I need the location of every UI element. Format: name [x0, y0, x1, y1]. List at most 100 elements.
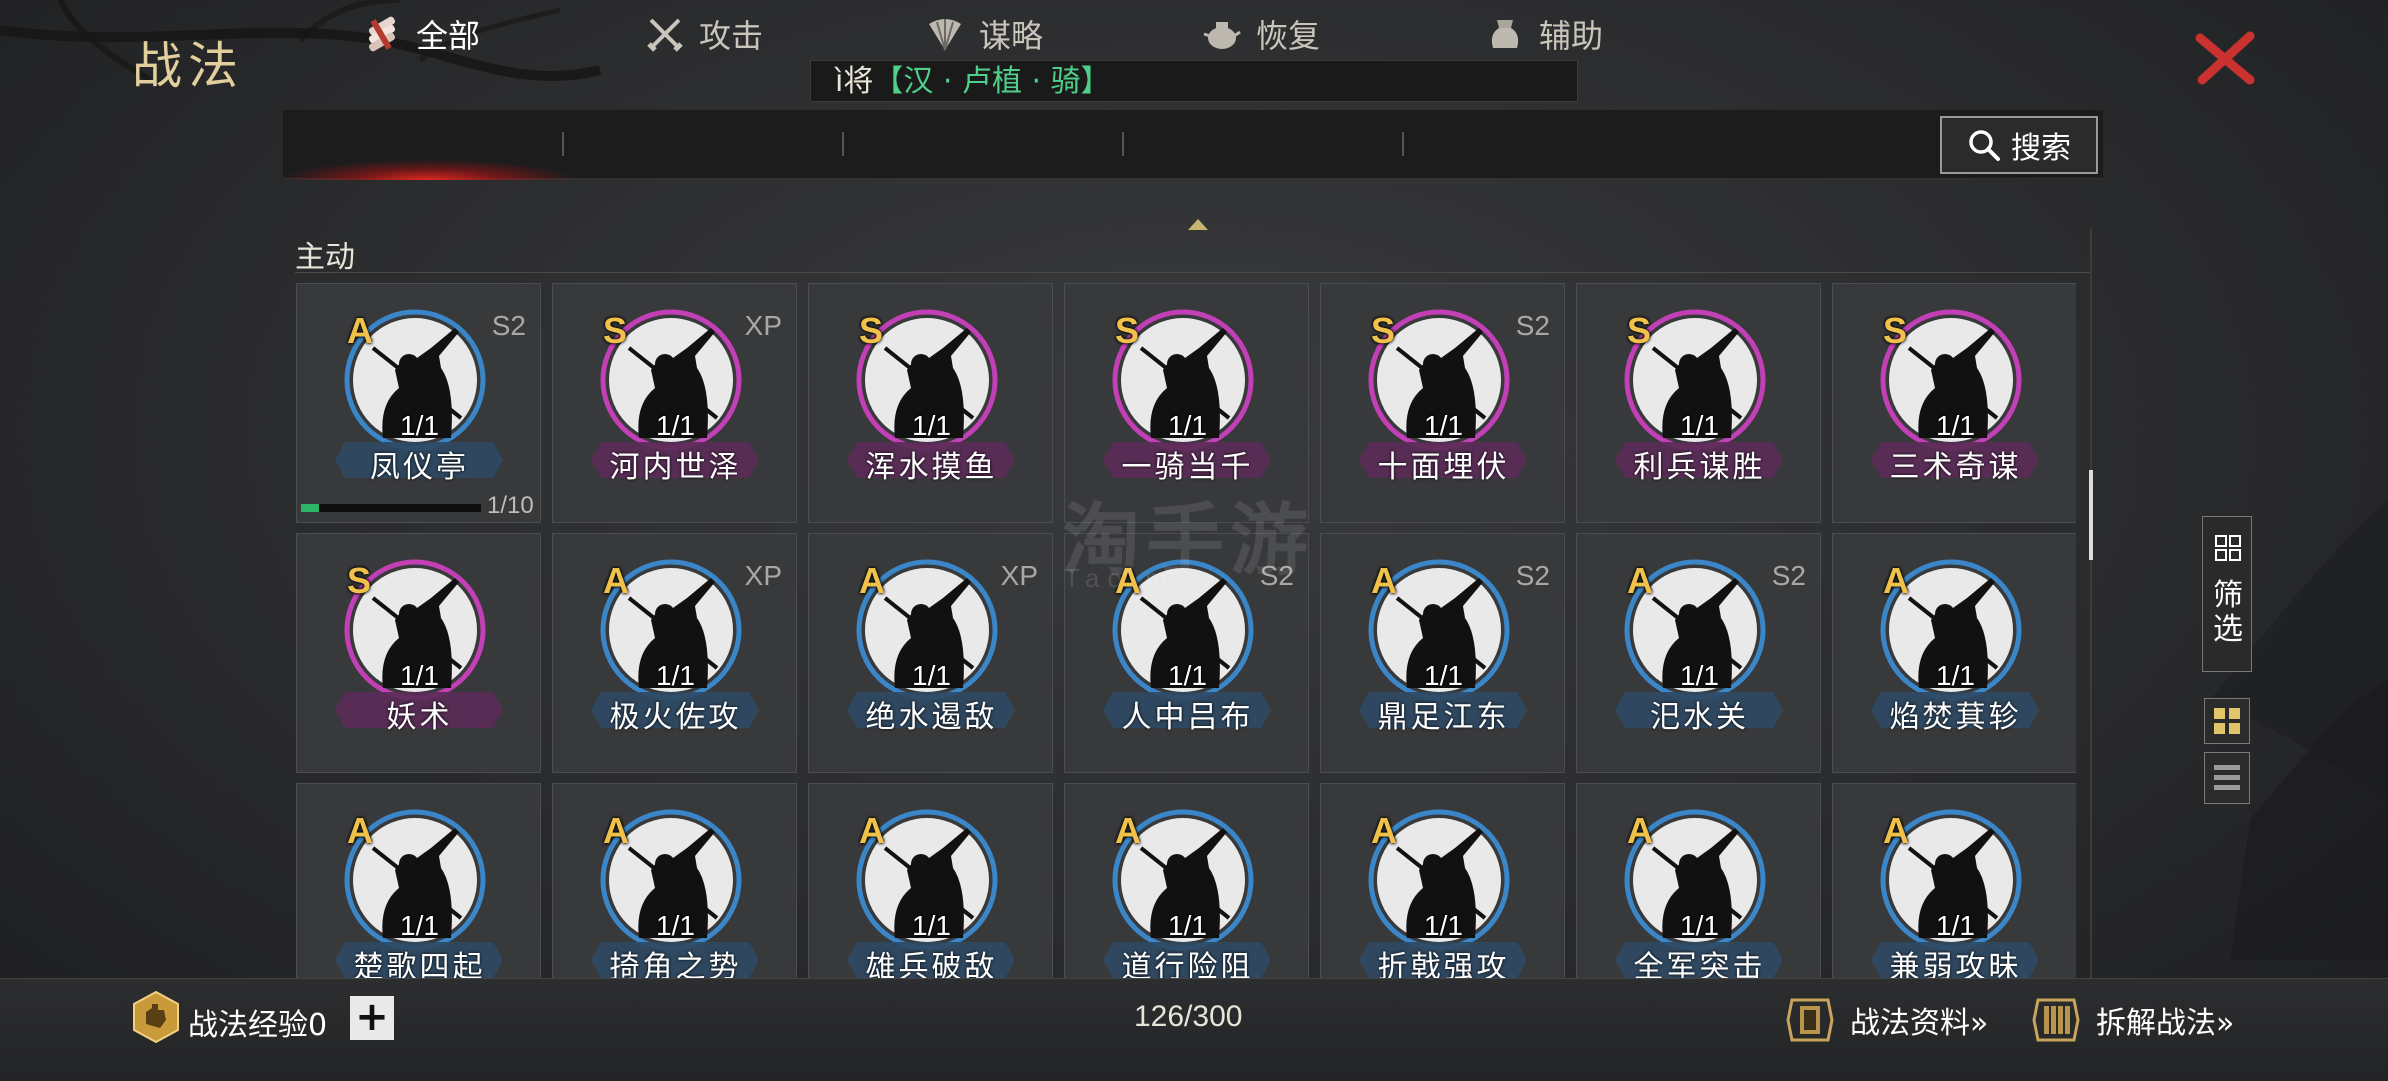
tactic-card[interactable]: A 1/1 折戟强攻 — [1320, 783, 1565, 978]
tactic-name: 全军突击 — [1633, 950, 1766, 978]
tactic-count: 1/1 — [1680, 910, 1719, 941]
tactic-name: 三术奇谋 — [1889, 450, 2022, 485]
tactic-name: 利兵谋胜 — [1633, 450, 1766, 485]
grid-view-icon — [2214, 708, 2240, 734]
tactic-card[interactable]: A 1/1 兼弱攻昧 — [1832, 783, 2076, 978]
grade-badge: A — [1883, 810, 1909, 851]
list-view-button[interactable] — [2204, 752, 2250, 804]
grade-badge: S — [603, 310, 628, 351]
close-icon[interactable] — [2192, 28, 2258, 88]
season-tag: S2 — [1771, 560, 1806, 591]
tactic-count: 1/1 — [912, 910, 951, 941]
scroll-up-icon[interactable] — [1186, 216, 1210, 232]
tactic-count: 1/1 — [1936, 660, 1975, 691]
add-exp-button[interactable]: + — [350, 996, 394, 1040]
tab-strategy-label: 谋略 — [979, 17, 1044, 55]
tactic-count: 1/1 — [400, 910, 439, 941]
tactic-count: 1/1 — [400, 410, 439, 441]
tactic-count: 1/1 — [1168, 910, 1207, 941]
tactic-grid: A S2 1/1 凤仪亭 1/10 S XP 1/1 河内世泽 S 1/1 浑水摸鱼 S 1/1 一骑当千 S… — [296, 283, 2076, 978]
general-prefix: ì将 — [835, 64, 874, 99]
medicine-pot-icon — [1203, 22, 1241, 49]
search-label: 搜索 — [2011, 131, 2071, 166]
tab-recovery[interactable]: 恢复 — [1202, 0, 1320, 68]
grade-badge: S — [1371, 310, 1396, 351]
tactic-capacity: 126/300 — [1134, 1000, 1243, 1033]
tactic-count: 1/1 — [400, 660, 439, 691]
tactic-card[interactable]: A 1/1 焰焚萁轸 — [1832, 533, 2076, 773]
tactic-count: 1/1 — [1424, 910, 1463, 941]
grade-badge: A — [603, 810, 629, 851]
tactic-count: 1/1 — [1168, 660, 1207, 691]
tactic-name: 焰焚萁轸 — [1889, 700, 2022, 735]
grade-badge: S — [347, 560, 372, 601]
tactic-count: 1/1 — [1936, 410, 1975, 441]
tactic-card[interactable]: S 1/1 三术奇谋 — [1832, 283, 2076, 523]
feather-fan-icon — [929, 19, 961, 51]
tactic-name: 汜水关 — [1650, 700, 1749, 735]
season-tag: S2 — [1515, 310, 1550, 341]
season-tag: XP — [744, 310, 782, 341]
tactic-count: 1/1 — [656, 660, 695, 691]
grade-badge: A — [1627, 810, 1653, 851]
tactic-info-label: 战法资料» — [1850, 1006, 1989, 1041]
tactic-card[interactable]: S XP 1/1 河内世泽 — [552, 283, 797, 523]
scrollbar-thumb[interactable] — [2089, 470, 2093, 560]
dismantle-tactic-button[interactable]: 拆解战法» — [2028, 994, 2234, 1046]
bamboo-slip-icon — [2032, 998, 2080, 1042]
tactic-count: 1/1 — [1680, 410, 1719, 441]
tactic-card[interactable]: S 1/1 利兵谋胜 — [1576, 283, 1821, 523]
tactic-name: 折戟强攻 — [1377, 950, 1510, 978]
tactic-name: 凤仪亭 — [370, 450, 469, 485]
tab-all[interactable]: 全部 — [362, 0, 480, 68]
scroll-bundle-icon — [368, 16, 396, 52]
tactic-name: 鼎足江东 — [1377, 700, 1510, 735]
pouch-icon — [1491, 20, 1519, 48]
tab-support[interactable]: 辅助 — [1485, 0, 1603, 68]
tactic-card[interactable]: A 1/1 全军突击 — [1576, 783, 1821, 978]
tactic-name: 掎角之势 — [609, 950, 742, 978]
tactic-card[interactable]: A S2 1/1 汜水关 — [1576, 533, 1821, 773]
scrollbar-track[interactable] — [2090, 228, 2092, 978]
grade-badge: S — [1883, 310, 1908, 351]
tactic-name: 雄兵破敌 — [865, 950, 998, 978]
tactic-name: 浑水摸鱼 — [865, 450, 998, 485]
tactic-card[interactable]: A XP 1/1 绝水遏敌 — [808, 533, 1053, 773]
tactic-info-button[interactable]: 战法资料» — [1782, 994, 1988, 1046]
grade-badge: A — [1115, 810, 1141, 851]
tab-recovery-label: 恢复 — [1256, 17, 1321, 55]
tactic-card[interactable]: A S2 1/1 凤仪亭 1/10 — [296, 283, 541, 523]
season-tag: XP — [1000, 560, 1038, 591]
filter-button[interactable]: 筛 选 — [2202, 516, 2252, 672]
tactic-card[interactable]: A 1/1 楚歌四起 — [296, 783, 541, 978]
tab-divider — [1402, 132, 1404, 156]
tactic-name: 人中吕布 — [1121, 700, 1254, 735]
tactic-name: 楚歌四起 — [353, 950, 486, 978]
grid-filter-icon — [2215, 535, 2241, 561]
tactic-count: 1/1 — [912, 660, 951, 691]
grade-badge: A — [1883, 560, 1909, 601]
section-divider — [295, 272, 2090, 273]
progress-fill — [301, 504, 319, 512]
tactic-card[interactable]: S S2 1/1 十面埋伏 — [1320, 283, 1565, 523]
tactic-count: 1/1 — [1424, 410, 1463, 441]
tab-attack[interactable]: 攻击 — [645, 0, 763, 68]
search-button[interactable]: 搜索 — [1940, 116, 2098, 174]
tactic-card[interactable]: A 1/1 道行险阻 — [1064, 783, 1309, 978]
tactic-card[interactable]: A 1/1 掎角之势 — [552, 783, 797, 978]
tactic-name: 妖术 — [386, 700, 453, 735]
general-name: 【汉 · 卢植 · 骑】 — [873, 64, 1111, 99]
tactic-card[interactable]: S 1/1 妖术 — [296, 533, 541, 773]
tactic-card[interactable]: A 1/1 雄兵破敌 — [808, 783, 1053, 978]
tactic-card[interactable]: S 1/1 浑水摸鱼 — [808, 283, 1053, 523]
page-title: 战法 — [132, 37, 244, 95]
tactic-count: 1/1 — [656, 410, 695, 441]
tactic-card[interactable]: A S2 1/1 鼎足江东 — [1320, 533, 1565, 773]
tactic-card[interactable]: A XP 1/1 极火佐攻 — [552, 533, 797, 773]
season-tag: S2 — [1515, 560, 1550, 591]
tab-attack-label: 攻击 — [699, 17, 764, 55]
grid-view-button[interactable] — [2204, 698, 2250, 744]
tab-strategy[interactable]: 谋略 — [925, 0, 1043, 68]
grade-badge: S — [1115, 310, 1140, 351]
tactic-count: 1/1 — [656, 910, 695, 941]
